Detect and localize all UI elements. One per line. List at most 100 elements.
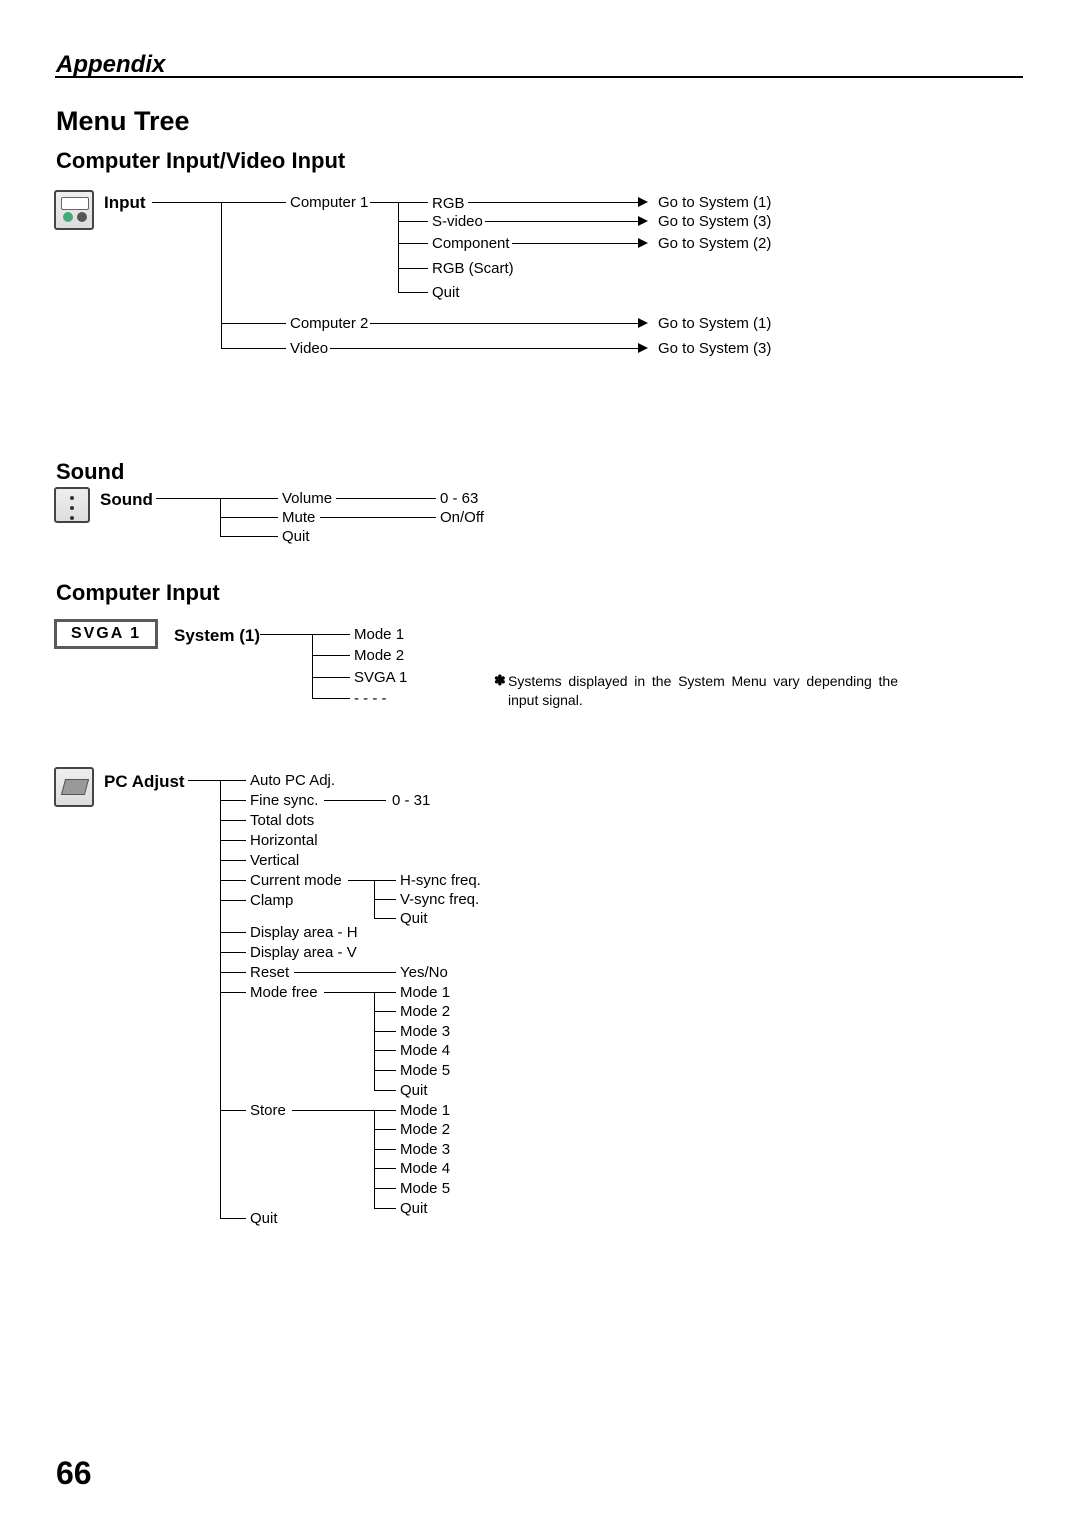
conn <box>374 1110 375 1208</box>
arrow-icon <box>638 197 648 207</box>
pca-auto: Auto PC Adj. <box>250 772 335 789</box>
conn <box>512 243 638 244</box>
st-quit: Quit <box>400 1200 428 1217</box>
svideo-label: S-video <box>432 213 483 230</box>
system-label: System (1) <box>174 626 260 646</box>
conn <box>312 634 313 698</box>
conn <box>398 221 428 222</box>
conn <box>374 918 396 919</box>
conn <box>398 202 399 292</box>
conn <box>324 800 386 801</box>
conn <box>468 202 638 203</box>
conn <box>374 1090 396 1091</box>
sys-mode2: Mode 2 <box>354 647 404 664</box>
mf-m4: Mode 4 <box>400 1042 450 1059</box>
conn <box>220 840 246 841</box>
conn <box>220 536 278 537</box>
conn <box>221 323 286 324</box>
goto-1a: Go to System (1) <box>658 194 771 211</box>
conn <box>220 498 278 499</box>
section-computer-video: Computer Input/Video Input <box>56 148 345 174</box>
mute-label: Mute <box>282 509 315 526</box>
conn <box>374 1070 396 1071</box>
pca-modefree: Mode free <box>250 984 318 1001</box>
pca-fine: Fine sync. <box>250 792 318 809</box>
conn <box>374 992 396 993</box>
pca-vert: Vertical <box>250 852 299 869</box>
conn <box>152 202 286 203</box>
note-star: ✽ <box>494 672 506 689</box>
conn <box>374 1011 396 1012</box>
conn <box>220 952 246 953</box>
pca-reset: Reset <box>250 964 289 981</box>
conn <box>374 1110 396 1111</box>
conn <box>220 932 246 933</box>
conn <box>220 880 246 881</box>
goto-3a: Go to System (3) <box>658 213 771 230</box>
conn <box>374 1129 396 1130</box>
pca-vsync: V-sync freq. <box>400 891 479 908</box>
volume-range: 0 - 63 <box>440 490 478 507</box>
conn <box>374 1050 396 1051</box>
mute-onoff: On/Off <box>440 509 484 526</box>
st-m5: Mode 5 <box>400 1180 450 1197</box>
st-m3: Mode 3 <box>400 1141 450 1158</box>
mf-m3: Mode 3 <box>400 1023 450 1040</box>
sys-dashes: - - - - <box>354 690 386 707</box>
pca-total: Total dots <box>250 812 314 829</box>
pca-store: Store <box>250 1102 286 1119</box>
conn <box>336 498 436 499</box>
conn <box>220 1110 246 1111</box>
pca-quit: Quit <box>250 1210 278 1227</box>
rgbscart-label: RGB (Scart) <box>432 260 514 277</box>
conn <box>330 348 638 349</box>
conn <box>374 899 396 900</box>
volume-label: Volume <box>282 490 332 507</box>
appendix-heading: Appendix <box>56 51 165 79</box>
sound-quit: Quit <box>282 528 310 545</box>
conn <box>294 972 396 973</box>
sys-mode1: Mode 1 <box>354 626 404 643</box>
conn <box>312 698 350 699</box>
pca-dav: Display area - V <box>250 944 357 961</box>
conn <box>220 780 246 781</box>
pca-cur-quit: Quit <box>400 910 428 927</box>
conn <box>260 634 312 635</box>
conn <box>312 634 350 635</box>
conn <box>220 972 246 973</box>
pcadjust-label: PC Adjust <box>104 772 185 792</box>
note-text: Systems displayed in the System Menu var… <box>508 672 898 710</box>
conn <box>156 498 220 499</box>
conn <box>374 1188 396 1189</box>
conn <box>348 880 374 881</box>
pca-current: Current mode <box>250 872 342 889</box>
svga-box: SVGA 1 <box>54 619 158 649</box>
pca-dah: Display area - H <box>250 924 358 941</box>
conn <box>221 202 222 348</box>
goto-3b: Go to System (3) <box>658 340 771 357</box>
mf-m1: Mode 1 <box>400 984 450 1001</box>
pc-adjust-icon <box>54 767 94 807</box>
mf-m2: Mode 2 <box>400 1003 450 1020</box>
pca-finerange: 0 - 31 <box>392 792 430 809</box>
mf-quit: Quit <box>400 1082 428 1099</box>
conn <box>320 517 436 518</box>
computer1-label: Computer 1 <box>290 194 368 211</box>
conn <box>374 1031 396 1032</box>
video-label: Video <box>290 340 328 357</box>
arrow-icon <box>638 216 648 226</box>
conn <box>324 992 374 993</box>
conn <box>220 860 246 861</box>
section-sound: Sound <box>56 459 124 485</box>
arrow-icon <box>638 318 648 328</box>
conn <box>221 348 286 349</box>
conn <box>374 880 396 881</box>
conn <box>292 1110 374 1111</box>
conn <box>485 221 638 222</box>
conn <box>220 900 246 901</box>
sys-svga1: SVGA 1 <box>354 669 407 686</box>
sound-icon <box>54 487 90 523</box>
conn <box>220 517 278 518</box>
conn <box>398 292 428 293</box>
conn <box>374 1149 396 1150</box>
